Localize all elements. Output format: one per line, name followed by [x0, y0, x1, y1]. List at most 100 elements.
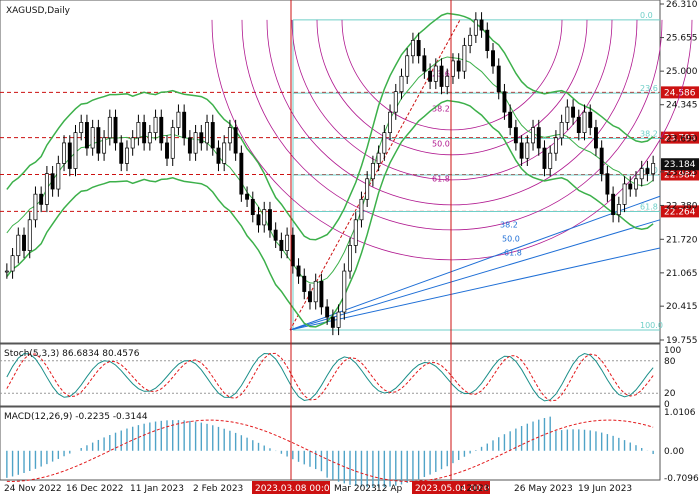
fib-label: 61.8	[640, 203, 658, 212]
candle-body	[382, 132, 387, 154]
candle-body	[96, 127, 101, 154]
date-tick-label: 19 Jun 2023	[578, 484, 632, 494]
candle-body	[479, 19, 484, 31]
candle-body	[285, 234, 290, 251]
candle-body	[27, 219, 32, 251]
price-tick-label: 21.720	[666, 235, 698, 245]
candle-body	[210, 122, 215, 149]
candle-body	[393, 91, 398, 113]
candle-body	[599, 147, 604, 175]
candle-body	[330, 316, 335, 328]
candle-body	[4, 270, 9, 273]
chart-canvas: 24.58623.70322.98422.26423.184 0.023.638…	[0, 0, 699, 494]
arc-label: 50.0	[432, 139, 450, 148]
candle-body	[233, 127, 238, 154]
candle-body	[622, 183, 627, 205]
candle-body	[16, 234, 21, 257]
candle-body	[456, 60, 461, 72]
candle-body	[634, 178, 638, 190]
candle-body	[388, 111, 393, 134]
candle-body	[279, 239, 284, 251]
candle-body	[176, 111, 181, 128]
fib-label: 23.6	[640, 84, 658, 93]
date-tick-label: 11 Jan 2023	[130, 484, 184, 494]
candle-body	[399, 75, 404, 93]
candle-body	[605, 173, 610, 195]
stoch-tick-label: 100	[664, 346, 681, 356]
candle-body	[84, 122, 89, 149]
candle-body	[348, 245, 352, 272]
candle-body	[628, 183, 633, 190]
candle-body	[296, 265, 301, 277]
fan-label: 61.8	[504, 248, 522, 257]
candle-body	[531, 127, 535, 144]
candle-body	[519, 142, 524, 159]
candle-body	[582, 111, 587, 134]
arc-label: 61.8	[432, 174, 450, 183]
date-tick-label: r 2023	[460, 484, 489, 494]
price-tick-label: 19.755	[666, 336, 698, 346]
price-tick-label: 21.065	[666, 269, 698, 279]
stoch-tick-label: 80	[664, 357, 676, 367]
candle-body	[502, 91, 507, 113]
candle-body	[405, 55, 410, 77]
price-panel-frame	[0, 0, 661, 344]
candle-body	[267, 209, 272, 231]
candle-body	[422, 55, 427, 72]
candle-body	[473, 19, 478, 36]
candle-body	[245, 193, 250, 200]
price-tick-label: 22.380	[666, 201, 698, 211]
candle-body	[576, 116, 581, 134]
chart-title: XAGUSD,Daily	[6, 6, 71, 16]
candle-body	[273, 229, 278, 241]
level-label: 24.586	[664, 88, 696, 98]
candle-body	[22, 234, 26, 251]
candle-body	[468, 34, 473, 46]
candle-body	[62, 142, 67, 164]
date-tick-label: 26 May 2023	[514, 484, 573, 494]
macd-tick-label: 0.00	[664, 447, 684, 457]
candle-body	[319, 280, 324, 308]
candle-body	[199, 132, 204, 144]
candle-body	[33, 193, 38, 221]
candle-body	[113, 116, 118, 144]
candle-body	[187, 137, 192, 154]
candle-body	[308, 291, 312, 303]
candle-body	[445, 75, 450, 87]
candle-body	[428, 70, 433, 82]
candle-body	[548, 152, 553, 169]
candle-body	[130, 137, 135, 149]
candle-body	[50, 173, 55, 190]
candle-body	[451, 60, 455, 77]
price-axis: 26.310 25.655 25.000 24.345 23.690 23.035 22.3…	[660, 0, 698, 346]
candle-body	[73, 132, 78, 169]
stoch-label: Stoch(5,3,3) 86.6834 80.4576	[4, 349, 140, 359]
candle-body	[416, 40, 421, 57]
candle-body	[376, 152, 381, 164]
candle-body	[313, 280, 318, 303]
candle-body	[439, 65, 444, 87]
candle-body	[205, 122, 209, 144]
candle-body	[44, 173, 49, 205]
candle-body	[571, 106, 576, 118]
fan-label: 38.2	[500, 220, 518, 229]
candle-body	[593, 127, 598, 149]
candle-body	[227, 127, 232, 144]
candle-body	[290, 234, 295, 267]
price-panel	[0, 0, 661, 344]
candle-body	[262, 209, 267, 226]
date-tick-label: 16 Dec 2022	[66, 484, 124, 494]
candle-body	[588, 111, 593, 128]
date-tick-label: 24 Nov 2022	[4, 484, 62, 494]
candle-body	[462, 45, 467, 72]
candle-body	[170, 127, 175, 159]
candle-body	[342, 270, 347, 313]
candle-body	[79, 122, 84, 134]
candle-body	[496, 65, 501, 93]
candle-body	[125, 147, 129, 164]
candle-body	[565, 106, 570, 123]
candle-body	[616, 204, 621, 216]
candle-body	[325, 306, 330, 318]
candle-body	[611, 193, 616, 216]
fib-label: 100.0	[640, 321, 663, 330]
